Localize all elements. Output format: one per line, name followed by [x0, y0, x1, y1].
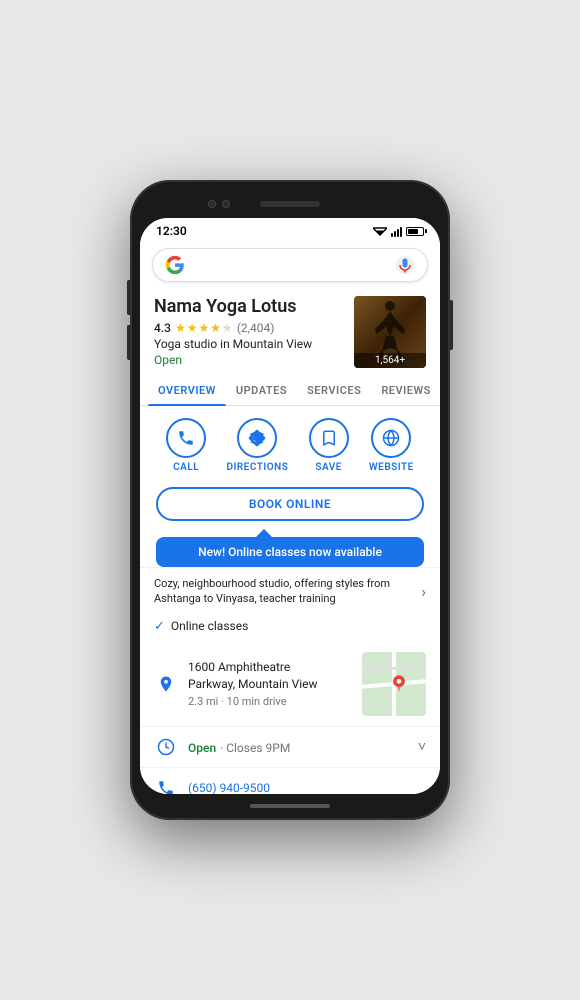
wifi-icon [373, 226, 387, 236]
tooltip-arrow [256, 529, 272, 537]
address-row[interactable]: 1600 Amphitheatre Parkway, Mountain View… [140, 642, 440, 726]
map-thumbnail[interactable] [362, 652, 426, 716]
hours-row[interactable]: Open · Closes 9PM ˅ [140, 726, 440, 767]
star-5: ★ ★ [222, 321, 233, 335]
tabs-bar: OVERVIEW UPDATES SERVICES REVIEWS P [140, 376, 440, 406]
power-button[interactable] [450, 300, 453, 350]
home-indicator[interactable] [250, 804, 330, 808]
phone-icon [177, 429, 195, 447]
directions-label: DIRECTIONS [226, 462, 288, 473]
description-row[interactable]: Cozy, neighbourhood studio, offering sty… [140, 567, 440, 615]
phone-number-text[interactable]: (650) 940-9500 [188, 781, 270, 794]
save-circle [309, 418, 349, 458]
google-logo [165, 255, 185, 275]
volume-up-button[interactable] [127, 280, 130, 315]
hours-content: Open · Closes 9PM [188, 737, 408, 756]
checkmark-icon: ✓ [154, 619, 165, 634]
description-text: Cozy, neighbourhood studio, offering sty… [154, 576, 417, 607]
map-bg [362, 652, 426, 716]
website-circle [371, 418, 411, 458]
open-status: Open [154, 353, 346, 367]
hours-chevron-icon: ˅ [418, 738, 426, 755]
address-content: 1600 Amphitheatre Parkway, Mountain View… [188, 659, 352, 708]
star-3: ★ [199, 321, 210, 335]
globe-icon [382, 429, 400, 447]
phone-number-row[interactable]: (650) 940-9500 [140, 767, 440, 794]
map-pin-icon [392, 674, 406, 692]
tooltip-box: New! Online classes now available [156, 537, 424, 567]
search-bar-wrapper [140, 242, 440, 288]
phone-bottom [140, 798, 440, 814]
phone-screen: 12:30 [140, 218, 440, 794]
business-card: Nama Yoga Lotus 4.3 ★ ★ ★ ★ ★ ★ (2,404) [140, 288, 440, 376]
book-online-wrapper: BOOK ONLINE [140, 481, 440, 529]
business-type: Yoga studio in Mountain View [154, 337, 346, 351]
distance-text: 2.3 mi · 10 min drive [188, 695, 352, 708]
star-1: ★ [175, 321, 186, 335]
description-chevron-icon: › [421, 582, 426, 601]
tab-overview[interactable]: OVERVIEW [148, 376, 226, 405]
address-line1: 1600 Amphitheatre Parkway, Mountain View [188, 659, 352, 693]
front-camera-left [208, 200, 216, 208]
website-label: WEBSITE [369, 462, 414, 473]
directions-circle [237, 418, 277, 458]
website-button[interactable]: WEBSITE [369, 418, 414, 473]
bookmark-icon [320, 429, 338, 447]
book-online-button[interactable]: BOOK ONLINE [156, 487, 424, 521]
tab-reviews[interactable]: REVIEWS [371, 376, 440, 405]
call-button[interactable]: CALL [166, 418, 206, 473]
clock-icon [154, 735, 178, 759]
tooltip-wrapper: New! Online classes now available [140, 529, 440, 567]
stars: ★ ★ ★ ★ ★ ★ [175, 321, 233, 335]
review-count: (2,404) [237, 321, 275, 335]
location-pin-icon [154, 672, 178, 696]
save-button[interactable]: SAVE [309, 418, 349, 473]
photo-count-overlay: 1,564+ [354, 353, 426, 368]
tab-updates[interactable]: UPDATES [226, 376, 297, 405]
directions-icon [248, 429, 266, 447]
business-info: Nama Yoga Lotus 4.3 ★ ★ ★ ★ ★ ★ (2,404) [154, 296, 346, 367]
save-label: SAVE [315, 462, 342, 473]
phone-frame: 12:30 [130, 180, 450, 820]
status-time: 12:30 [156, 224, 187, 238]
rating-number: 4.3 [154, 321, 171, 335]
tab-services[interactable]: SERVICES [297, 376, 371, 405]
status-icons [373, 225, 424, 237]
battery-icon [406, 227, 424, 236]
online-classes-row: ✓ Online classes [140, 615, 440, 642]
star-2: ★ [187, 321, 198, 335]
directions-button[interactable]: DIRECTIONS [226, 418, 288, 473]
business-name: Nama Yoga Lotus [154, 296, 346, 318]
earpiece-speaker [260, 201, 320, 207]
front-camera-right [222, 200, 230, 208]
online-classes-text: Online classes [171, 619, 248, 633]
call-circle [166, 418, 206, 458]
volume-down-button[interactable] [127, 325, 130, 360]
phone-number-icon [154, 776, 178, 794]
star-4: ★ [210, 321, 221, 335]
call-label: CALL [173, 462, 199, 473]
signal-icon [391, 225, 402, 237]
phone-notch [140, 190, 440, 218]
search-bar[interactable] [152, 248, 428, 282]
rating-row: 4.3 ★ ★ ★ ★ ★ ★ (2,404) [154, 321, 346, 335]
business-photo[interactable]: 1,564+ [354, 296, 426, 368]
hours-close-text: · Closes 9PM [220, 741, 290, 755]
action-buttons: CALL DIRECTIONS [140, 406, 440, 481]
microphone-icon[interactable] [395, 255, 415, 275]
hours-open-text: Open [188, 741, 216, 755]
status-bar: 12:30 [140, 218, 440, 242]
